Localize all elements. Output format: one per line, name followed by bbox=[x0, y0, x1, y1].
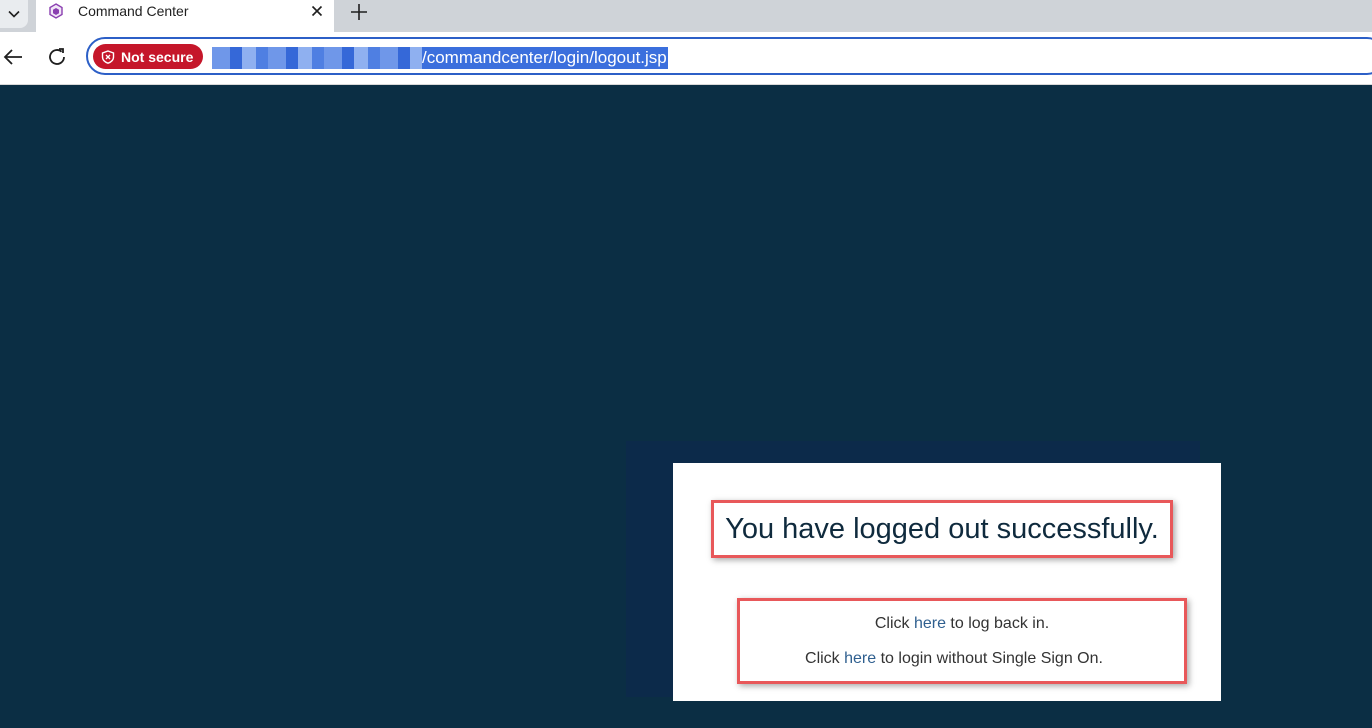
login-no-sso-link[interactable]: here bbox=[844, 650, 876, 667]
address-bar[interactable]: Not secure /commandcenter/login/logout.j… bbox=[86, 37, 1372, 75]
logout-headline: You have logged out successfully. bbox=[725, 512, 1159, 545]
links-highlight: Click here to log back in. Click here to… bbox=[737, 598, 1187, 684]
tab-close-button[interactable] bbox=[308, 2, 326, 20]
tab-title: Command Center bbox=[78, 3, 189, 19]
arrow-left-icon bbox=[3, 49, 22, 65]
close-icon bbox=[311, 5, 323, 17]
url-path: /commandcenter/login/logout.jsp bbox=[422, 47, 668, 69]
browser-toolbar: Not secure /commandcenter/login/logout.j… bbox=[0, 32, 1372, 85]
headline-highlight: You have logged out successfully. bbox=[711, 500, 1173, 558]
plus-icon bbox=[351, 4, 367, 20]
new-tab-button[interactable] bbox=[346, 0, 372, 24]
security-label: Not secure bbox=[121, 48, 194, 65]
tab-command-center[interactable]: Command Center bbox=[36, 0, 334, 32]
page-content: You have logged out successfully. Click … bbox=[0, 85, 1372, 728]
url-text[interactable]: /commandcenter/login/logout.jsp bbox=[212, 46, 668, 70]
cube-favicon-icon bbox=[49, 3, 63, 19]
login-back-line: Click here to log back in. bbox=[874, 615, 1050, 632]
shield-warning-icon bbox=[101, 49, 115, 64]
tab-strip: Command Center bbox=[0, 0, 1372, 32]
login-no-sso-line: Click here to login without Single Sign … bbox=[805, 650, 1103, 667]
logout-card: You have logged out successfully. Click … bbox=[673, 463, 1221, 701]
redacted-host bbox=[212, 47, 422, 69]
reload-button[interactable] bbox=[44, 44, 70, 70]
chevron-down-icon bbox=[8, 10, 20, 18]
tab-list-button[interactable] bbox=[0, 0, 28, 28]
not-secure-chip[interactable]: Not secure bbox=[93, 44, 204, 69]
login-back-link[interactable]: here bbox=[914, 615, 946, 632]
reload-icon bbox=[49, 48, 65, 65]
back-button[interactable] bbox=[0, 44, 26, 70]
